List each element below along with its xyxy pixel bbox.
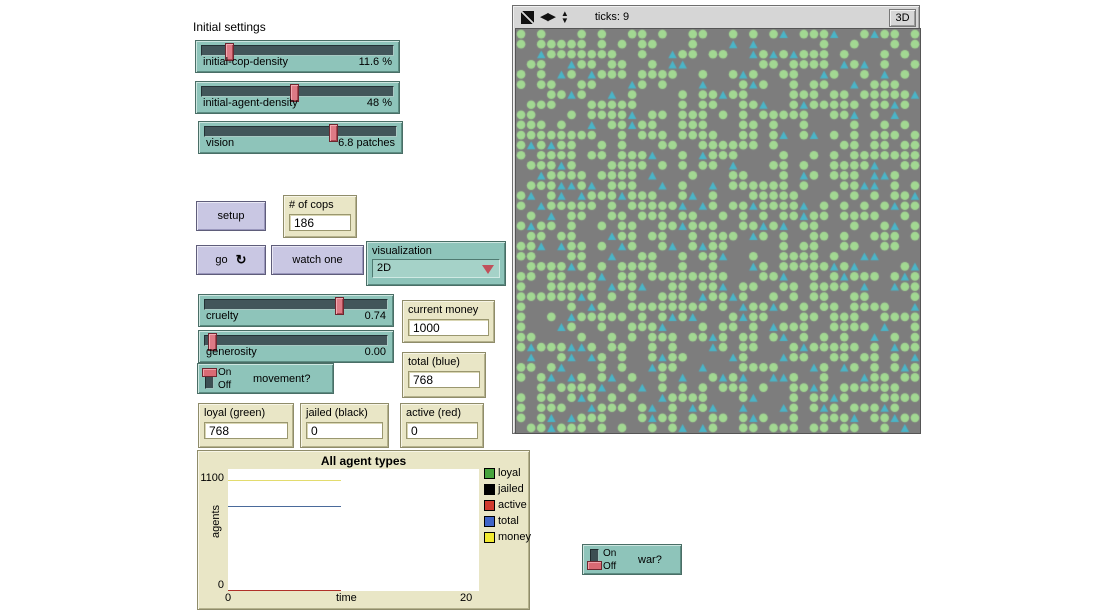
- slider-value: 11.6 %: [359, 56, 392, 70]
- war-switch[interactable]: On Off war?: [582, 544, 682, 575]
- plot-title: All agent types: [198, 451, 529, 468]
- monitor-label: current money: [408, 304, 489, 317]
- go-button-label: go: [215, 254, 227, 266]
- plot-line-total: [228, 506, 341, 507]
- plot-legend: loyal jailed active total money: [484, 467, 531, 547]
- go-button[interactable]: go ↻: [196, 245, 266, 275]
- world-view: ◀▶ ▲▼ ticks: 9 3D: [512, 5, 920, 434]
- initial-settings-heading: Initial settings: [193, 20, 266, 34]
- slider-groove[interactable]: [204, 335, 388, 346]
- monitor-value: 768: [204, 422, 288, 439]
- slider-generosity[interactable]: generosity 0.00: [198, 330, 394, 363]
- legend-swatch: [484, 516, 495, 527]
- legend-label: money: [498, 531, 531, 543]
- plot-area: [228, 469, 479, 591]
- view-header: ◀▶ ▲▼ ticks: 9 3D: [513, 6, 919, 28]
- slider-value: 0.00: [365, 346, 386, 360]
- movement-switch[interactable]: On Off movement?: [197, 363, 334, 394]
- plot-line-money: [228, 480, 341, 481]
- slider-label: generosity: [206, 346, 257, 360]
- slider-label: cruelty: [206, 310, 238, 324]
- chooser-dropdown[interactable]: 2D: [372, 259, 500, 278]
- watch-one-button[interactable]: watch one: [271, 245, 364, 275]
- y-tick-min: 0: [198, 579, 224, 591]
- slider-value: 6.8 patches: [338, 137, 395, 151]
- monitor-value: 0: [406, 422, 478, 439]
- switch-off-label: Off: [218, 379, 231, 392]
- vertical-arrows-icon[interactable]: ▲▼: [561, 10, 569, 24]
- slider-initial-cop-density[interactable]: initial-cop-density 11.6 %: [195, 40, 400, 73]
- monitor-jailed-black: jailed (black) 0: [300, 403, 389, 448]
- monitor-total-blue: total (blue) 768: [402, 352, 486, 398]
- monitor-value: 0: [306, 422, 383, 439]
- legend-swatch: [484, 468, 495, 479]
- setup-button[interactable]: setup: [196, 201, 266, 231]
- slider-label: vision: [206, 137, 234, 151]
- monitor-label: total (blue): [408, 356, 480, 369]
- legend-label: total: [498, 515, 519, 527]
- x-axis-label: time: [336, 592, 357, 604]
- watch-one-button-label: watch one: [292, 254, 342, 266]
- switch-on-label: On: [603, 547, 616, 560]
- legend-item-jailed: jailed: [484, 483, 531, 495]
- switch-name: war?: [638, 545, 662, 574]
- horizontal-arrows-icon[interactable]: ◀▶: [540, 12, 555, 23]
- monitor-num-cops: # of cops 186: [283, 195, 357, 238]
- slider-value: 48 %: [367, 97, 392, 111]
- monitor-value: 768: [408, 371, 480, 388]
- monitor-value: 1000: [408, 319, 489, 336]
- legend-item-loyal: loyal: [484, 467, 531, 479]
- monitor-label: loyal (green): [204, 407, 288, 420]
- slider-vision[interactable]: vision 6.8 patches: [198, 121, 403, 154]
- legend-swatch: [484, 532, 495, 543]
- slider-initial-agent-density[interactable]: initial-agent-density 48 %: [195, 81, 400, 114]
- plot-line-active: [228, 590, 341, 591]
- chooser-selected-value: 2D: [377, 262, 391, 274]
- slider-groove[interactable]: [204, 126, 397, 137]
- legend-label: jailed: [498, 483, 524, 495]
- legend-label: loyal: [498, 467, 521, 479]
- x-tick-max: 20: [460, 592, 472, 604]
- legend-label: active: [498, 499, 527, 511]
- slider-value: 0.74: [365, 310, 386, 324]
- monitor-value: 186: [289, 214, 351, 231]
- slider-cruelty[interactable]: cruelty 0.74: [198, 294, 394, 327]
- world-canvas: [515, 28, 921, 434]
- switch-on-label: On: [218, 366, 231, 379]
- slider-groove[interactable]: [204, 299, 388, 310]
- diagonal-resize-icon[interactable]: [521, 11, 534, 24]
- monitor-label: jailed (black): [306, 407, 383, 420]
- y-tick-max: 1100: [198, 472, 224, 484]
- slider-label: initial-agent-density: [203, 97, 298, 111]
- x-tick-min: 0: [225, 592, 231, 604]
- all-agent-types-plot: All agent types 1100 0 agents 0 time 20 …: [197, 450, 530, 610]
- ticks-counter: ticks: 9: [595, 11, 629, 23]
- legend-swatch: [484, 484, 495, 495]
- legend-item-money: money: [484, 531, 531, 543]
- monitor-active-red: active (red) 0: [400, 403, 484, 448]
- chooser-label: visualization: [372, 245, 500, 257]
- slider-label: initial-cop-density: [203, 56, 288, 70]
- legend-swatch: [484, 500, 495, 511]
- legend-item-total: total: [484, 515, 531, 527]
- switch-off-label: Off: [603, 560, 616, 573]
- monitor-label: # of cops: [289, 199, 351, 212]
- switch-handle[interactable]: [202, 368, 217, 377]
- visualization-chooser[interactable]: visualization 2D: [366, 241, 506, 286]
- chevron-down-icon: [482, 265, 494, 274]
- monitor-current-money: current money 1000: [402, 300, 495, 343]
- monitor-loyal-green: loyal (green) 768: [198, 403, 294, 448]
- monitor-label: active (red): [406, 407, 478, 420]
- forever-icon: ↻: [236, 252, 247, 268]
- switch-handle[interactable]: [587, 561, 602, 570]
- 3d-button[interactable]: 3D: [889, 9, 916, 27]
- setup-button-label: setup: [218, 210, 245, 222]
- y-axis-label: agents: [210, 505, 222, 538]
- legend-item-active: active: [484, 499, 531, 511]
- switch-name: movement?: [253, 364, 310, 393]
